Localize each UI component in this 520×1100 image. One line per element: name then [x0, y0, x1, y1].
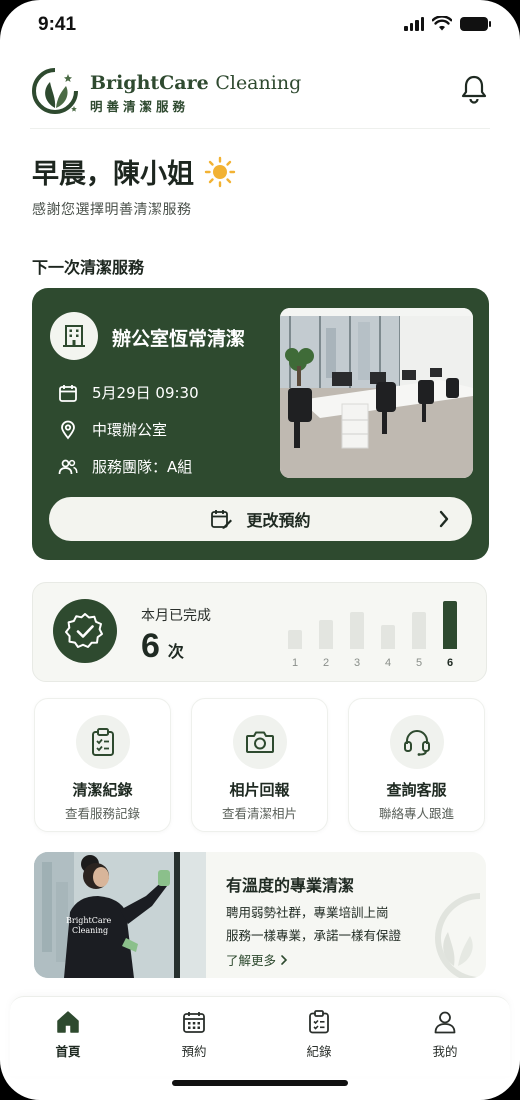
completed-unit: 次 [167, 642, 184, 661]
promo-title: 有溫度的專業清潔 [226, 876, 355, 895]
location-pin-icon [61, 420, 75, 439]
building-icon [50, 312, 98, 360]
clipboard-check-icon [76, 715, 130, 769]
sun-icon [204, 156, 236, 187]
tab-records[interactable]: 紀錄 [279, 1009, 359, 1060]
service-name: 辦公室恆常清潔 [112, 328, 246, 350]
photo-report-card[interactable]: 相片回報 查看清潔相片 [191, 698, 328, 832]
brand-name-chinese: 明善清潔服務 [90, 99, 190, 114]
chart-tick-label: 1 [291, 657, 299, 669]
chart-tick-label: 4 [384, 657, 392, 669]
learn-more-label: 了解更多 [226, 953, 277, 968]
greeting-title: 早晨，陳小姐 [32, 152, 236, 191]
next-service-heading: 下一次清潔服務 [32, 258, 145, 277]
camera-icon [233, 715, 287, 769]
check-badge-icon [53, 599, 117, 663]
tab-booking[interactable]: 預約 [154, 1009, 234, 1060]
monthly-stats-card: 本月已完成 6 次 1 2 3 4 5 6 [32, 582, 487, 682]
home-icon [57, 1011, 79, 1033]
calendar-edit-icon [211, 510, 233, 529]
service-date: 5月29日 09:30 [92, 384, 199, 402]
promo-text-line-1: 聘用弱勢社群，專業培訓上崗 [226, 905, 389, 920]
tab-booking-label: 預約 [181, 1044, 207, 1059]
quick-action-title: 查詢客服 [386, 781, 447, 799]
promo-banner[interactable]: BrightCare Cleaning 有溫度的專業清潔 聘用弱勢社群，專業培訓… [34, 852, 486, 978]
brand-primary: BrightCare [90, 72, 209, 94]
completed-value: 6 次 [141, 627, 184, 666]
home-indicator [172, 1080, 348, 1086]
chart-tick-label: 5 [415, 657, 423, 669]
bottom-tab-bar: 首頁 預約 紀錄 我的 [10, 996, 510, 1076]
greeting-text: 早晨，陳小姐 [32, 159, 194, 190]
brand-name: BrightCare Cleaning [90, 72, 301, 94]
office-photo [280, 308, 473, 478]
customer-service-card[interactable]: 查詢客服 聯絡專人跟進 [348, 698, 485, 832]
quick-action-title: 相片回報 [229, 781, 290, 799]
calendar-icon [59, 384, 77, 402]
wifi-icon [432, 16, 452, 31]
quick-action-subtitle: 聯絡專人跟進 [378, 806, 454, 821]
bell-icon[interactable] [460, 74, 488, 104]
chart-bar [412, 612, 426, 649]
cleaner-photo: BrightCare Cleaning [34, 852, 206, 978]
service-location: 中環辦公室 [92, 421, 168, 439]
tab-home[interactable]: 首頁 [28, 1009, 108, 1060]
tab-profile[interactable]: 我的 [405, 1009, 485, 1060]
greeting-subtitle: 感謝您選擇明善清潔服務 [32, 202, 192, 218]
change-booking-button[interactable]: 更改預約 [49, 497, 472, 541]
chart-bar [288, 630, 302, 649]
chart-tick-label: 2 [322, 657, 330, 669]
completed-count: 6 [141, 627, 160, 665]
monthly-bar-chart: 1 2 3 4 5 6 [288, 597, 468, 669]
service-records-card[interactable]: 清潔紀錄 查看服務記錄 [34, 698, 171, 832]
service-team: 服務團隊：A組 [92, 458, 193, 476]
chart-tick-label: 3 [353, 657, 361, 669]
leaf-watermark-icon [435, 893, 481, 978]
status-icons [404, 16, 491, 31]
quick-action-title: 清潔紀錄 [72, 781, 133, 799]
learn-more-link[interactable]: 了解更多 [226, 950, 288, 969]
team-icon [58, 459, 78, 474]
shirt-logo-text: BrightCare [66, 916, 112, 925]
change-booking-label: 更改預約 [246, 511, 311, 530]
chart-bar [381, 625, 395, 649]
completed-label: 本月已完成 [141, 608, 211, 624]
tab-profile-label: 我的 [432, 1044, 458, 1059]
headset-icon [390, 715, 444, 769]
quick-action-subtitle: 查看清潔相片 [221, 806, 297, 821]
app-header: BrightCare Cleaning 明善清潔服務 [0, 60, 520, 130]
chart-bar [443, 601, 457, 649]
clipboard-icon [309, 1010, 329, 1034]
service-location-row: 中環辦公室 [58, 419, 167, 440]
chevron-right-icon [281, 954, 288, 965]
chart-tick-label: 6 [446, 657, 454, 669]
cellular-signal-icon [404, 16, 424, 31]
quick-action-subtitle: 查看服務記錄 [64, 806, 140, 821]
user-icon [434, 1011, 456, 1034]
shirt-logo-text: Cleaning [72, 926, 109, 935]
app-screen: 9:41 BrightCare Cleaning 明善清潔服務 早晨，陳小姐 感… [0, 0, 520, 1100]
chevron-right-icon [439, 510, 449, 528]
chart-bar [350, 612, 364, 649]
service-team-row: 服務團隊：A組 [58, 456, 192, 477]
tab-home-label: 首頁 [55, 1044, 81, 1059]
brand-secondary: Cleaning [215, 72, 302, 94]
chart-bar [319, 620, 333, 649]
service-date-row: 5月29日 09:30 [58, 382, 199, 403]
promo-text-line-2: 服務一樣專業，承諾一樣有保證 [226, 928, 402, 943]
next-service-card[interactable]: 辦公室恆常清潔 5月29日 09:30 中環辦公室 服務團隊：A組 更改預約 [32, 288, 489, 560]
battery-icon [460, 16, 491, 31]
header-divider [30, 128, 490, 129]
calendar-icon [183, 1012, 205, 1033]
status-bar: 9:41 [0, 0, 520, 52]
leaf-logo-icon [32, 68, 78, 114]
tab-records-label: 紀錄 [306, 1044, 332, 1059]
status-time: 9:41 [38, 14, 77, 35]
